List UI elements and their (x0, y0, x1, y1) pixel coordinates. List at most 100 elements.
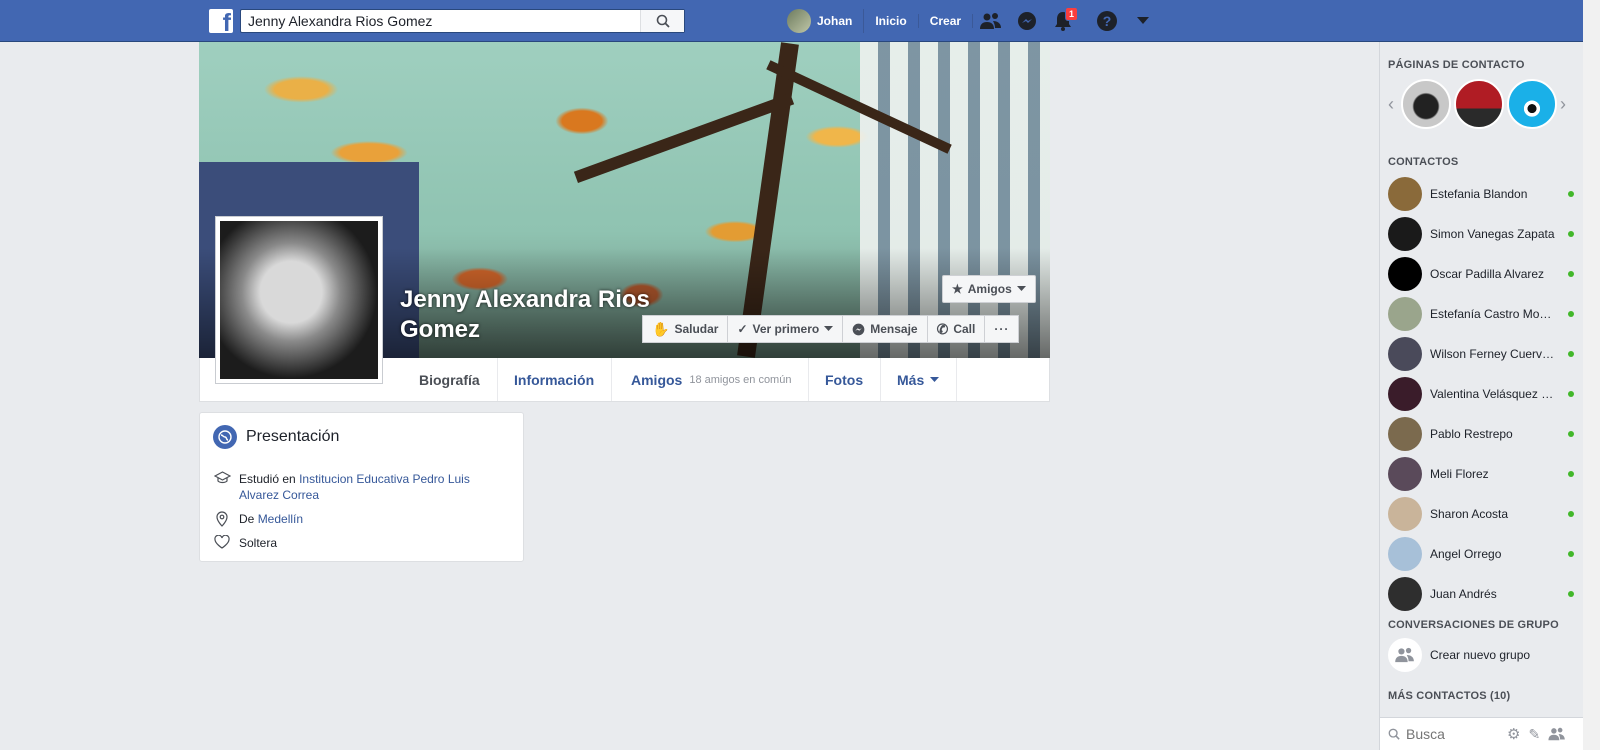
more-options-button[interactable]: ··· (984, 315, 1020, 343)
tab-label: Información (514, 371, 595, 388)
see-first-button[interactable]: ✓ Ver primero (727, 315, 843, 343)
logo-letter: f (222, 9, 231, 33)
ellipsis-icon: ··· (994, 322, 1010, 336)
search-box (240, 9, 685, 33)
avatar (1388, 417, 1422, 451)
nav-create-link[interactable]: Crear (919, 14, 974, 28)
message-button[interactable]: Mensaje (842, 315, 927, 343)
notification-badge: 1 (1065, 7, 1079, 21)
avatar (1388, 377, 1422, 411)
contact-item[interactable]: Oscar Padilla Alvarez (1380, 254, 1584, 294)
chevron-left-icon[interactable]: ‹ (1388, 94, 1398, 115)
gear-icon[interactable]: ⚙ (1507, 725, 1520, 743)
contact-name: Pablo Restrepo (1430, 427, 1513, 441)
nav-home-link[interactable]: Inicio (864, 14, 919, 28)
top-nav: Johan Inicio Crear 1 ? (787, 0, 1161, 42)
contact-item[interactable]: Estefania Blandon (1380, 174, 1584, 214)
page-avatar[interactable] (1401, 79, 1451, 129)
notifications-button[interactable]: 1 (1045, 0, 1081, 42)
profile-picture[interactable] (215, 216, 383, 384)
messenger-button[interactable] (1009, 0, 1045, 42)
mutual-friends-count: 18 amigos en común (689, 373, 792, 386)
page-avatar[interactable] (1507, 79, 1557, 129)
avatar (1388, 537, 1422, 571)
search-button[interactable] (640, 10, 684, 32)
city-link[interactable]: Medellín (258, 512, 303, 526)
online-indicator (1568, 191, 1574, 197)
wave-hand-icon: ✋ (652, 320, 670, 337)
contact-item[interactable]: Simon Vanegas Zapata (1380, 214, 1584, 254)
tab-friends[interactable]: Amigos 18 amigos en común (614, 358, 810, 401)
intro-header: Presentación (213, 425, 339, 449)
chat-search-input[interactable] (1406, 726, 1501, 742)
contacts-heading: CONTACTOS (1388, 156, 1459, 168)
messenger-icon (1018, 12, 1037, 30)
avatar (787, 9, 811, 33)
account-menu-button[interactable] (1125, 0, 1161, 42)
create-group-button[interactable]: Crear nuevo grupo (1380, 635, 1584, 675)
online-indicator (1568, 431, 1574, 437)
heart-icon (213, 535, 231, 551)
contact-item[interactable]: Sharon Acosta (1380, 494, 1584, 534)
facebook-logo-icon[interactable]: f (209, 9, 233, 33)
education-row: Estudió en Institucion Educativa Pedro L… (213, 471, 489, 503)
online-indicator (1568, 231, 1574, 237)
cover-decoration (573, 93, 795, 183)
chevron-right-icon[interactable]: › (1560, 94, 1570, 115)
search-icon (656, 14, 670, 28)
tab-timeline[interactable]: Biografía (402, 358, 498, 401)
profile-name[interactable]: Jenny Alexandra Rios Gomez (400, 285, 660, 345)
tab-label: Amigos (631, 371, 683, 388)
contact-item[interactable]: Estefanía Castro Mo… (1380, 294, 1584, 334)
hometown-prefix: De (239, 512, 255, 526)
friends-icon[interactable] (1548, 727, 1566, 741)
more-contacts-heading[interactable]: MÁS CONTACTOS (10) (1388, 690, 1510, 702)
tab-about[interactable]: Información (497, 358, 613, 401)
help-button[interactable]: ? (1089, 0, 1125, 42)
contact-name: Meli Florez (1430, 467, 1489, 481)
compose-icon[interactable]: ✎ (1528, 726, 1540, 743)
contact-item[interactable]: Wilson Ferney Cuerv… (1380, 334, 1584, 374)
friend-requests-button[interactable] (973, 0, 1009, 42)
contact-name: Valentina Velásquez … (1430, 387, 1554, 401)
contact-name: Juan Andrés (1430, 587, 1497, 601)
svg-text:?: ? (1103, 13, 1112, 29)
friends-status-button[interactable]: ★ Amigos (942, 275, 1036, 303)
scrollbar[interactable] (1583, 0, 1600, 750)
online-indicator (1568, 271, 1574, 277)
call-button[interactable]: ✆ Call (926, 315, 985, 343)
nav-profile-link[interactable]: Johan (787, 9, 865, 33)
relationship-row: Soltera (213, 535, 277, 551)
contact-pages-heading: PÁGINAS DE CONTACTO (1388, 59, 1525, 71)
avatar (1388, 337, 1422, 371)
profile-action-bar: ✋ Saludar ✓ Ver primero Mensaje ✆ Call ·… (642, 315, 1020, 343)
intro-card: Presentación Estudió en Institucion Educ… (199, 412, 524, 562)
tab-more[interactable]: Más (880, 358, 958, 401)
avatar (1388, 297, 1422, 331)
poke-button[interactable]: ✋ Saludar (642, 315, 728, 343)
chat-search-bar: ⚙ ✎ (1380, 717, 1584, 750)
contact-name: Simon Vanegas Zapata (1430, 227, 1555, 241)
star-icon: ★ (952, 282, 963, 296)
messenger-icon (852, 323, 865, 335)
hometown-row: De Medellín (213, 511, 303, 527)
group-add-icon (1388, 638, 1422, 672)
contact-name: Sharon Acosta (1430, 507, 1509, 521)
phone-icon: ✆ (936, 320, 949, 337)
online-indicator (1568, 311, 1574, 317)
help-icon: ? (1097, 11, 1118, 31)
contact-item[interactable]: Meli Florez (1380, 454, 1584, 494)
contact-name: Angel Orrego (1430, 547, 1502, 561)
contact-item[interactable]: Pablo Restrepo (1380, 414, 1584, 454)
caret-down-icon (930, 376, 940, 382)
contact-item[interactable]: Valentina Velásquez … (1380, 374, 1584, 414)
contact-item[interactable]: Juan Andrés (1380, 574, 1584, 614)
search-input[interactable] (241, 10, 631, 32)
page-avatar[interactable] (1454, 79, 1504, 129)
globe-icon (213, 425, 237, 449)
tab-photos[interactable]: Fotos (808, 358, 882, 401)
online-indicator (1568, 551, 1574, 557)
online-indicator (1568, 511, 1574, 517)
education-prefix: Estudió en (239, 472, 296, 486)
contact-item[interactable]: Angel Orrego (1380, 534, 1584, 574)
